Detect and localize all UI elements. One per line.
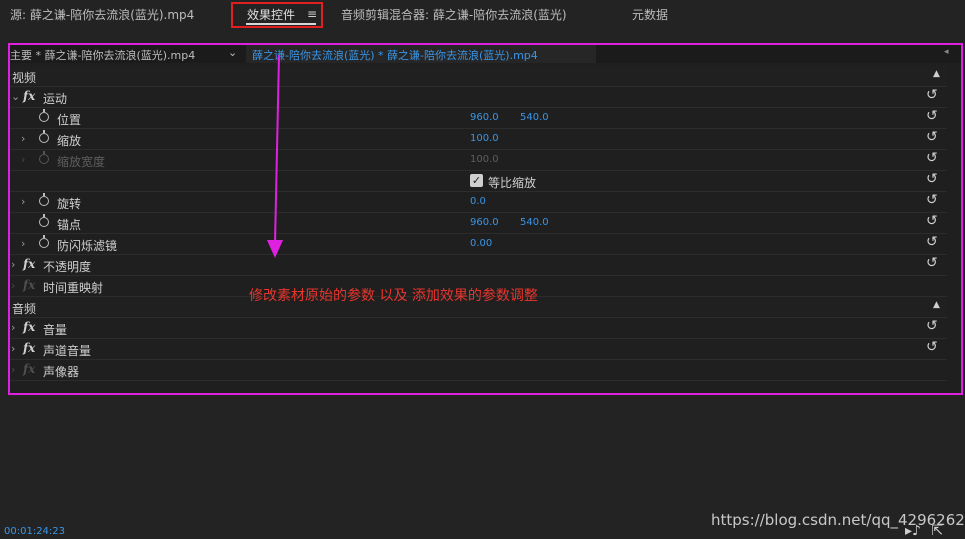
chevron-right-icon[interactable]: ›	[21, 195, 25, 208]
scale-width-value: 100.0	[470, 154, 499, 165]
effect-row-motion[interactable]: ⌄ fx 运动 ↺	[10, 87, 947, 108]
anti-flicker-value[interactable]: 0.00	[470, 238, 492, 249]
export-icon[interactable]: ⇱	[931, 523, 943, 539]
anchor-y-value[interactable]: 540.0	[520, 217, 549, 228]
fx-icon: fx	[23, 278, 36, 292]
tab-metadata[interactable]: 元数据	[632, 6, 668, 23]
chevron-right-icon[interactable]: ›	[11, 321, 15, 334]
chevron-right-icon[interactable]: ›	[11, 279, 15, 292]
fx-icon[interactable]: fx	[23, 341, 35, 355]
reset-icon[interactable]: ↺	[926, 318, 965, 334]
chevron-down-icon[interactable]: ⌄	[228, 46, 237, 59]
effect-row-panner[interactable]: › fx 声像器	[10, 360, 947, 381]
panel-tab-bar: 源: 薛之谦-陪你去流浪(蓝光).mp4 效果控件 ≡ 音频剪辑混合器: 薛之谦…	[0, 0, 965, 30]
section-label-video: 视频	[12, 71, 37, 85]
video-section-header[interactable]: 视频 ▲	[10, 66, 947, 87]
stopwatch-icon[interactable]	[39, 235, 49, 248]
effect-row-channel-volume[interactable]: › fx 声道音量 ↺	[10, 339, 947, 360]
effect-row-volume[interactable]: › fx 音量 ↺	[10, 318, 947, 339]
effect-label-opacity: 不透明度	[43, 260, 92, 274]
reset-icon[interactable]: ↺	[926, 339, 965, 355]
annotation-text: 修改素材原始的参数 以及 添加效果的参数调整	[249, 288, 538, 304]
chevron-right-icon[interactable]: ›	[11, 258, 15, 271]
param-row-anchor-point[interactable]: 锚点 960.0 540.0 ↺	[10, 213, 947, 234]
tab-source[interactable]: 源: 薛之谦-陪你去流浪(蓝光).mp4	[10, 6, 194, 23]
chevron-right-icon[interactable]: ›	[21, 237, 25, 250]
reset-icon[interactable]: ↺	[926, 255, 965, 271]
section-label-audio: 音频	[12, 302, 37, 316]
play-audio-icon[interactable]: ▸♪	[905, 523, 921, 539]
stopwatch-icon	[39, 151, 49, 164]
scale-value[interactable]: 100.0	[470, 133, 499, 144]
fx-icon: fx	[23, 362, 36, 376]
position-x-value[interactable]: 960.0	[470, 112, 499, 123]
effect-label-panner: 声像器	[43, 365, 80, 379]
sequence-clip-label[interactable]: 薛之谦-陪你去流浪(蓝光) * 薛之谦-陪你去流浪(蓝光).mp4	[252, 47, 538, 63]
param-label-scale-width: 缩放宽度	[57, 155, 106, 169]
stopwatch-icon[interactable]	[39, 193, 49, 206]
param-label-scale: 缩放	[57, 134, 82, 148]
chevron-right-icon[interactable]: ›	[11, 342, 15, 355]
effect-label-time-remapping: 时间重映射	[43, 281, 104, 295]
stopwatch-icon[interactable]	[39, 214, 49, 227]
panel-options-icon[interactable]: ◂	[944, 47, 949, 57]
effect-label-volume: 音量	[43, 323, 68, 337]
param-row-scale-width[interactable]: › 缩放宽度 100.0 ↺	[10, 150, 947, 171]
reset-icon[interactable]: ↺	[926, 234, 965, 250]
chevron-down-icon[interactable]: ⌄	[11, 90, 20, 103]
stopwatch-icon[interactable]	[39, 130, 49, 143]
reset-icon[interactable]: ↺	[926, 213, 965, 229]
reset-icon[interactable]: ↺	[926, 87, 965, 103]
param-row-position[interactable]: 位置 960.0 540.0 ↺	[10, 108, 947, 129]
reset-icon[interactable]: ↺	[926, 129, 965, 145]
effect-label-channel-volume: 声道音量	[43, 344, 92, 358]
effect-label-motion: 运动	[43, 92, 68, 106]
param-row-uniform-scale[interactable]: ✓ 等比缩放 ↺	[10, 171, 947, 192]
reset-icon[interactable]: ↺	[926, 192, 965, 208]
position-y-value[interactable]: 540.0	[520, 112, 549, 123]
rotation-value[interactable]: 0.0	[470, 196, 486, 207]
chevron-right-icon: ›	[21, 153, 26, 166]
highlight-box-effect-controls	[231, 2, 323, 28]
fx-icon[interactable]: fx	[23, 89, 35, 103]
param-row-rotation[interactable]: › 旋转 0.0 ↺	[10, 192, 947, 213]
stopwatch-icon[interactable]	[39, 109, 49, 122]
anchor-x-value[interactable]: 960.0	[470, 217, 499, 228]
timecode-display[interactable]: 00:01:24:23	[4, 526, 65, 537]
effect-row-opacity[interactable]: › fx 不透明度 ↺	[10, 255, 947, 276]
param-label-uniform-scale: 等比缩放	[488, 176, 537, 190]
reset-icon[interactable]: ↺	[926, 150, 965, 166]
uniform-scale-checkbox[interactable]: ✓	[470, 174, 483, 187]
fx-icon[interactable]: fx	[23, 320, 35, 334]
param-label-anchor-point: 锚点	[57, 218, 82, 232]
master-clip-label[interactable]: 主要 * 薛之谦-陪你去流浪(蓝光).mp4	[10, 47, 195, 63]
param-label-anti-flicker: 防闪烁滤镜	[57, 239, 118, 253]
effect-controls-panel: 主要 * 薛之谦-陪你去流浪(蓝光).mp4 ⌄ 薛之谦-陪你去流浪(蓝光) *…	[8, 43, 963, 395]
fx-icon[interactable]: fx	[23, 257, 35, 271]
param-row-anti-flicker[interactable]: › 防闪烁滤镜 0.00 ↺	[10, 234, 947, 255]
param-row-scale[interactable]: › 缩放 100.0 ↺	[10, 129, 947, 150]
collapse-up-icon[interactable]: ▲	[933, 300, 940, 310]
chevron-right-icon[interactable]: ›	[21, 132, 25, 145]
clip-selector-bar: 主要 * 薛之谦-陪你去流浪(蓝光).mp4 ⌄ 薛之谦-陪你去流浪(蓝光) *…	[10, 45, 961, 63]
collapse-up-icon[interactable]: ▲	[933, 69, 940, 79]
tab-audio-clip-mixer[interactable]: 音频剪辑混合器: 薛之谦-陪你去流浪(蓝光)	[341, 6, 567, 23]
param-label-rotation: 旋转	[57, 197, 82, 211]
reset-icon[interactable]: ↺	[926, 108, 965, 124]
param-label-position: 位置	[57, 113, 82, 127]
bottom-toolbar: ▸♪ ⇱	[905, 523, 943, 539]
chevron-right-icon[interactable]: ›	[11, 363, 15, 376]
reset-icon[interactable]: ↺	[926, 171, 965, 187]
